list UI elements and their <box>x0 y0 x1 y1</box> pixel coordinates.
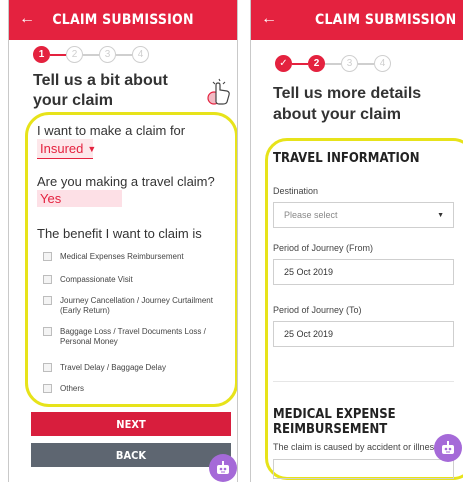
step-connector <box>358 62 374 65</box>
checkbox[interactable] <box>43 384 52 393</box>
benefit-option-label: Others <box>60 384 85 393</box>
step-3: 3 <box>341 55 358 72</box>
header-title: CLAIM SUBMISSION <box>52 12 194 28</box>
hand-tap-icon <box>207 78 230 105</box>
destination-select[interactable]: Please select ▼ <box>273 202 454 228</box>
step-connector <box>292 62 308 65</box>
step-2: 2 <box>66 46 83 63</box>
back-button[interactable]: BACK <box>31 443 231 467</box>
benefit-label: The benefit I want to claim is <box>37 226 202 241</box>
destination-label: Destination <box>273 186 319 196</box>
claim-screen-step-2: ← CLAIM SUBMISSION ✓ 2 3 4 Tell us more … <box>250 0 463 482</box>
step-connector <box>325 62 341 65</box>
benefit-option[interactable]: Journey Cancellation / Journey Curtailme… <box>43 296 228 316</box>
travel-claim-select[interactable]: Yes <box>37 190 122 207</box>
chatbot-button[interactable] <box>209 454 237 482</box>
section-title-travel: TRAVEL INFORMATION <box>273 151 420 166</box>
chatbot-button[interactable] <box>434 434 462 462</box>
checkbox[interactable] <box>43 275 52 284</box>
claim-for-label: I want to make a claim for <box>37 123 186 138</box>
journey-from-label: Period of Journey (From) <box>273 243 374 253</box>
section-title-medical: MEDICAL EXPENSE REIMBURSEMENT <box>273 407 396 437</box>
chatbot-icon <box>442 441 454 454</box>
benefit-option[interactable]: Others <box>43 384 228 394</box>
page-heading: Tell us more details about your claim <box>273 85 422 123</box>
benefit-option-label: Travel Delay / Baggage Delay <box>60 363 166 372</box>
step-1: 1 <box>33 46 50 63</box>
header-title: CLAIM SUBMISSION <box>315 12 457 28</box>
back-arrow-icon[interactable]: ← <box>261 10 277 28</box>
benefit-option-label: Medical Expenses Reimbursement <box>60 252 184 261</box>
checkbox[interactable] <box>43 252 52 261</box>
journey-to-label: Period of Journey (To) <box>273 305 362 315</box>
chevron-down-icon: ▼ <box>87 143 97 154</box>
journey-from-field[interactable]: 25 Oct 2019 <box>273 259 454 285</box>
step-connector <box>83 53 99 56</box>
caret-down-icon: ▼ <box>437 211 444 219</box>
checkbox[interactable] <box>43 296 52 305</box>
claim-screen-step-1: ← CLAIM SUBMISSION 1 2 3 4 Tell us a bit… <box>8 0 238 482</box>
step-connector <box>50 53 66 56</box>
travel-claim-label: Are you making a travel claim? <box>37 174 215 189</box>
step-3: 3 <box>99 46 116 63</box>
step-4: 4 <box>132 46 149 63</box>
benefit-option-label: Compassionate Visit <box>60 275 133 284</box>
step-connector <box>116 53 132 56</box>
app-header: ← CLAIM SUBMISSION <box>251 0 463 40</box>
section-divider <box>273 381 454 382</box>
benefit-option[interactable]: Compassionate Visit <box>43 275 228 285</box>
next-button[interactable]: NEXT <box>31 412 231 436</box>
benefit-option-label: Journey Cancellation / Journey Curtailme… <box>60 296 213 315</box>
progress-stepper: ✓ 2 3 4 <box>275 55 391 72</box>
claim-for-dropdown[interactable]: Insured ▼ <box>37 139 97 159</box>
cause-select[interactable] <box>273 459 454 479</box>
step-2: 2 <box>308 55 325 72</box>
benefit-option-label: Baggage Loss / Travel Documents Loss / P… <box>60 327 206 346</box>
back-arrow-icon[interactable]: ← <box>19 10 35 28</box>
claim-for-value: Insured <box>40 141 84 156</box>
checkmark-icon: ✓ <box>275 55 292 72</box>
benefit-option[interactable]: Medical Expenses Reimbursement <box>43 252 228 262</box>
cause-label: The claim is caused by accident or illne… <box>273 442 439 452</box>
checkbox[interactable] <box>43 363 52 372</box>
step-4: 4 <box>374 55 391 72</box>
checkbox[interactable] <box>43 327 52 336</box>
progress-stepper: 1 2 3 4 <box>33 46 149 63</box>
chatbot-icon <box>217 461 229 474</box>
benefit-option[interactable]: Baggage Loss / Travel Documents Loss / P… <box>43 327 228 347</box>
benefit-option[interactable]: Travel Delay / Baggage Delay <box>43 363 228 373</box>
page-heading: Tell us a bit about your claim <box>33 72 168 109</box>
destination-placeholder: Please select <box>284 210 338 220</box>
journey-to-field[interactable]: 25 Oct 2019 <box>273 321 454 347</box>
app-header: ← CLAIM SUBMISSION <box>9 0 237 40</box>
